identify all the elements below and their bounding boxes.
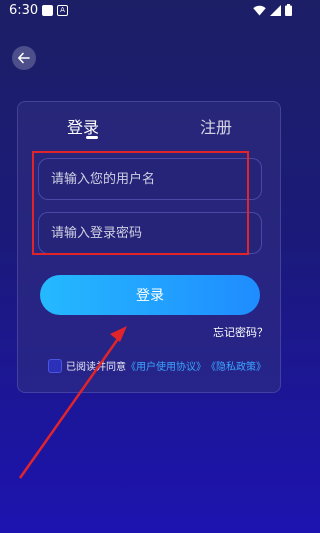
terms-link[interactable]: 《用户使用协议》: [126, 358, 206, 373]
battery-icon: [285, 4, 292, 16]
login-card: 登录 注册 登录 忘记密码？ 已阅读并同意 《用户使用协议》 《隐私政策》: [17, 101, 281, 393]
tab-register[interactable]: 注册: [200, 114, 232, 138]
tab-active-indicator: [86, 136, 98, 139]
signal-icon: [270, 4, 281, 16]
tab-login[interactable]: 登录: [67, 114, 99, 138]
arrow-left-icon: [18, 52, 30, 64]
forgot-password-link[interactable]: 忘记密码？: [213, 324, 268, 340]
status-time: 6:30: [9, 3, 39, 18]
username-input[interactable]: [38, 158, 262, 200]
agreement-row: 已阅读并同意 《用户使用协议》 《隐私政策》: [48, 358, 266, 373]
password-input[interactable]: [38, 212, 262, 254]
back-button[interactable]: [12, 46, 36, 70]
notification-icon: [42, 5, 53, 16]
wifi-icon: [253, 5, 266, 15]
agreement-prefix: 已阅读并同意: [66, 362, 126, 373]
privacy-link[interactable]: 《隐私政策》: [206, 358, 266, 373]
agreement-checkbox[interactable]: [48, 358, 62, 373]
notification-a-icon: A: [57, 5, 68, 16]
status-icons: [253, 4, 292, 16]
status-bar: 6:30 A: [0, 0, 300, 22]
login-button[interactable]: 登录: [40, 275, 260, 315]
